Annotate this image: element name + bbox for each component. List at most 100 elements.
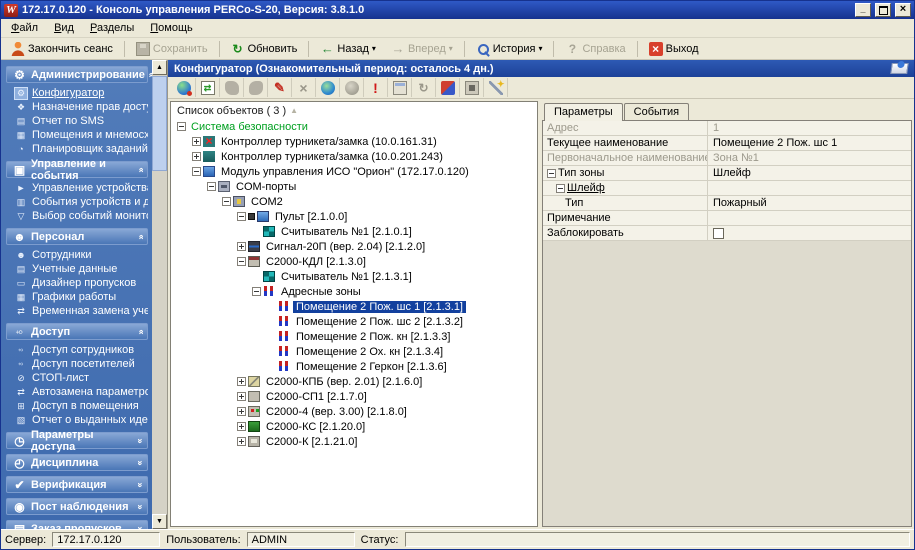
sidebar-item-temporary-replacement[interactable]: ⇄Временная замена учетных ...: [14, 304, 148, 318]
tree-node[interactable]: Контроллер турникета/замка (10.0.201.243…: [171, 149, 537, 164]
panel-button[interactable]: [460, 78, 484, 97]
exit-button[interactable]: Выход: [642, 40, 706, 58]
sidebar-item-room-access[interactable]: ⊞Доступ в помещения: [14, 399, 148, 413]
tree-header[interactable]: Список объектов ( 3 ) ▲: [171, 102, 537, 119]
chevron-up-icon[interactable]: »: [135, 329, 145, 334]
chevron-down-icon[interactable]: »: [135, 438, 145, 443]
property-value[interactable]: Шлейф: [708, 166, 911, 180]
chevron-down-icon[interactable]: ▾: [449, 44, 453, 53]
wand-button[interactable]: [484, 78, 508, 97]
collapse-minus-icon[interactable]: [237, 212, 246, 221]
property-value[interactable]: Помещение 2 Пож. шс 1: [708, 136, 911, 150]
end-session-button[interactable]: Закончить сеанс: [4, 40, 120, 58]
tree-node[interactable]: С2000-4 (вер. 3.00) [2.1.8.0]: [171, 404, 537, 419]
sidebar-item-access-rights-assignment[interactable]: ❖Назначение прав доступа о...: [14, 100, 148, 114]
sidebar-item-task-scheduler[interactable]: ◔Планировщик заданий: [14, 142, 148, 156]
tree-node[interactable]: Помещение 2 Ох. кн [2.1.3.4]: [171, 344, 537, 359]
property-value[interactable]: Зона №1: [708, 151, 911, 165]
sidebar-item-issued-id-report[interactable]: ▧Отчет о выданных идентиф...: [14, 413, 148, 427]
history-button[interactable]: История▾: [469, 40, 550, 58]
scrollbar-thumb[interactable]: [152, 76, 167, 171]
edit-button[interactable]: [268, 78, 292, 97]
tree-node[interactable]: С2000-КС [2.1.20.0]: [171, 419, 537, 434]
sidebar-item-auto-replace-params[interactable]: ⇄Автозамена параметров до...: [14, 385, 148, 399]
tab-events[interactable]: События: [624, 103, 689, 120]
property-value[interactable]: [708, 226, 911, 240]
menu-file[interactable]: Файл: [3, 20, 46, 36]
sidebar-item-device-management[interactable]: ►Управление устройствами и...: [14, 181, 148, 195]
globe-off-button[interactable]: [340, 78, 364, 97]
tree-node[interactable]: С2000-К [2.1.21.0]: [171, 434, 537, 449]
sidebar-section-header-verification[interactable]: ✔Верификация»: [6, 476, 148, 493]
expand-plus-icon[interactable]: [237, 437, 246, 446]
sidebar-section-header-observation-post[interactable]: ◉Пост наблюдения»: [6, 498, 148, 515]
sidebar-section-header-discipline[interactable]: ◴Дисциплина»: [6, 454, 148, 471]
expand-plus-icon[interactable]: [192, 152, 201, 161]
chevron-down-icon[interactable]: ▾: [538, 44, 542, 53]
chevron-down-icon[interactable]: »: [135, 504, 145, 509]
sidebar-item-employee-access[interactable]: ♀Доступ сотрудников: [14, 343, 148, 357]
sidebar-item-stop-list[interactable]: ⊘СТОП-лист: [14, 371, 148, 385]
chevron-down-icon[interactable]: »: [135, 526, 145, 529]
tree-node[interactable]: С2000-СП1 [2.1.7.0]: [171, 389, 537, 404]
sidebar-section-header-administration[interactable]: ⚙Администрирование»: [6, 66, 148, 83]
sidebar-item-account-data[interactable]: ▤Учетные данные: [14, 262, 148, 276]
sidebar-section-header-access-parameters[interactable]: ◷Параметры доступа»: [6, 432, 148, 449]
tree-node[interactable]: Контроллер турникета/замка (10.0.161.31): [171, 134, 537, 149]
expand-plus-icon[interactable]: [237, 407, 246, 416]
expand-plus-icon[interactable]: [192, 137, 201, 146]
sidebar-section-header-badge-order[interactable]: ▤Заказ пропусков»: [6, 520, 148, 529]
refresh-button[interactable]: Обновить: [224, 40, 305, 58]
collapse-minus-icon[interactable]: [547, 169, 556, 178]
menu-view[interactable]: Вид: [46, 20, 82, 36]
delete-button[interactable]: [292, 78, 316, 97]
tree-node[interactable]: Помещение 2 Геркон [2.1.3.6]: [171, 359, 537, 374]
mail-note-icon[interactable]: [890, 63, 909, 74]
sidebar-scrollbar[interactable]: ▲ ▼: [152, 60, 167, 529]
add-b-button[interactable]: [244, 78, 268, 97]
search-globe-button[interactable]: [172, 78, 196, 97]
globe-on-button[interactable]: [316, 78, 340, 97]
chevron-up-icon[interactable]: »: [145, 72, 152, 77]
property-value[interactable]: 1: [708, 121, 911, 135]
help-button[interactable]: Справка: [558, 40, 632, 58]
expand-plus-icon[interactable]: [237, 377, 246, 386]
property-value[interactable]: [708, 181, 911, 195]
expand-plus-icon[interactable]: [237, 422, 246, 431]
tree-node[interactable]: Помещение 2 Пож. шс 1 [2.1.3.1]: [171, 299, 537, 314]
close-button[interactable]: ×: [895, 3, 911, 17]
menu-sections[interactable]: Разделы: [82, 20, 142, 36]
sort-arrow-icon[interactable]: ▲: [290, 106, 298, 115]
tree-node[interactable]: Система безопасности: [171, 119, 537, 134]
add-a-button[interactable]: [220, 78, 244, 97]
save-button[interactable]: Сохранить: [129, 40, 215, 58]
sidebar-item-badge-designer[interactable]: ▭Дизайнер пропусков: [14, 276, 148, 290]
collapse-minus-icon[interactable]: [556, 184, 565, 193]
sidebar-section-header-personnel[interactable]: ☻Персонал»: [6, 228, 148, 245]
collapse-minus-icon[interactable]: [177, 122, 186, 131]
tree-node[interactable]: Адресные зоны: [171, 284, 537, 299]
collapse-minus-icon[interactable]: [192, 167, 201, 176]
minimize-button[interactable]: _: [855, 3, 871, 17]
sidebar-item-sms-report[interactable]: ▤Отчет по SMS: [14, 114, 148, 128]
scrollbar-track[interactable]: [152, 171, 167, 514]
params-button[interactable]: [436, 78, 460, 97]
sidebar-item-monitoring-event-selection[interactable]: ▽Выбор событий мониторинга: [14, 209, 148, 223]
tree-node[interactable]: С2000-КДЛ [2.1.3.0]: [171, 254, 537, 269]
tree-node[interactable]: Помещение 2 Пож. кн [2.1.3.3]: [171, 329, 537, 344]
chevron-up-icon[interactable]: »: [135, 167, 145, 172]
sidebar-item-configurator[interactable]: ⚙Конфигуратор: [14, 86, 148, 100]
scroll-up-icon[interactable]: ▲: [152, 60, 167, 75]
tree-node[interactable]: Считыватель №1 [2.1.0.1]: [171, 224, 537, 239]
tree-node[interactable]: COM2: [171, 194, 537, 209]
tree-node[interactable]: Считыватель №1 [2.1.3.1]: [171, 269, 537, 284]
back-button[interactable]: Назад▾: [313, 40, 383, 58]
tree-node[interactable]: Пульт [2.1.0.0]: [171, 209, 537, 224]
sidebar-item-employees[interactable]: ☻Сотрудники: [14, 248, 148, 262]
expand-plus-icon[interactable]: [237, 242, 246, 251]
scroll-down-icon[interactable]: ▼: [152, 514, 167, 529]
tree-node[interactable]: С2000-КПБ (вер. 2.01) [2.1.6.0]: [171, 374, 537, 389]
chevron-down-icon[interactable]: »: [135, 482, 145, 487]
tab-parameters[interactable]: Параметры: [544, 103, 623, 121]
recycle-button[interactable]: [412, 78, 436, 97]
